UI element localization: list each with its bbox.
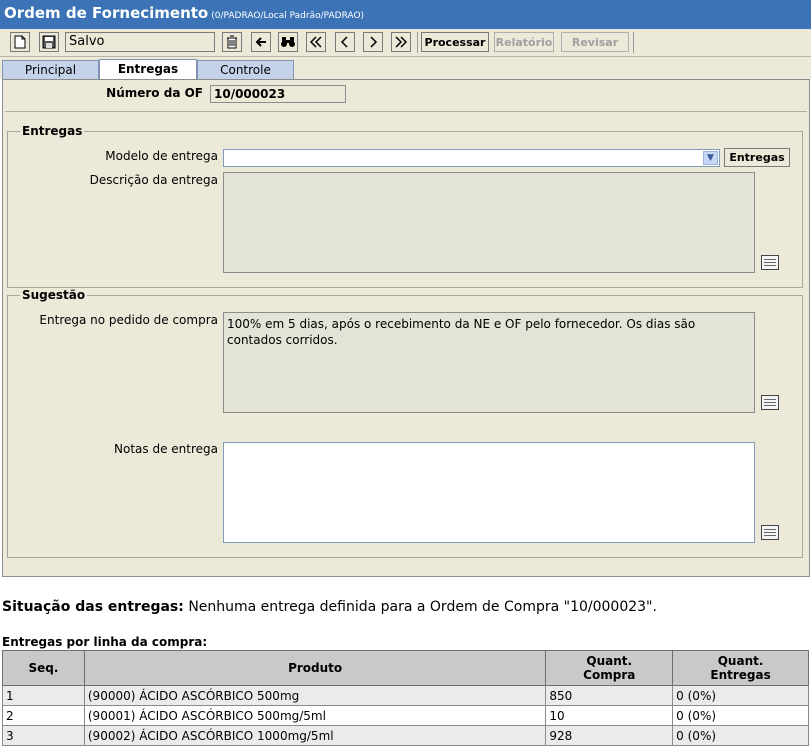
situacao-label: Situação das entregas: — [2, 599, 184, 615]
back-arrow-icon[interactable] — [251, 32, 271, 52]
sugestao-group: Sugestão Entrega no pedido de compra 100… — [7, 288, 803, 558]
entregas-table: Seq. Produto Quant. Compra Quant. Entregas… — [2, 650, 809, 746]
cell-produto: (90000) ÁCIDO ASCÓRBICO 500mg — [83, 685, 547, 706]
processar-button[interactable]: Processar — [421, 32, 489, 52]
first-record-icon[interactable] — [306, 32, 326, 52]
status-field: Salvo — [65, 32, 215, 52]
cell-seq: 3 — [2, 725, 85, 746]
trash-icon[interactable] — [222, 32, 242, 52]
cell-compra: 10 — [545, 705, 674, 726]
window-subtitle: (0/PADRAO/Local Padrão/PADRAO) — [211, 11, 365, 21]
table-row[interactable]: 3 (90002) ÁCIDO ASCÓRBICO 1000mg/5ml 928… — [2, 725, 809, 746]
situacao-entregas: Situação das entregas: Nenhuma entrega d… — [2, 599, 657, 615]
entregas-button[interactable]: Entregas — [724, 148, 790, 167]
cell-seq: 1 — [2, 685, 85, 706]
chevron-down-icon[interactable]: ▼ — [703, 151, 718, 165]
binoculars-icon[interactable] — [278, 32, 298, 52]
last-record-icon[interactable] — [391, 32, 411, 52]
modelo-entrega-label: Modelo de entrega — [105, 149, 218, 163]
cell-entregas: 0 (0%) — [672, 725, 809, 746]
entrega-pedido-label: Entrega no pedido de compra — [39, 313, 218, 327]
relatorio-button[interactable]: Relatório — [494, 32, 554, 52]
revisar-button[interactable]: Revisar — [561, 32, 629, 52]
previous-record-icon[interactable] — [335, 32, 355, 52]
cell-entregas: 0 (0%) — [672, 685, 809, 706]
tab-principal[interactable]: Principal — [2, 60, 99, 79]
cell-produto: (90002) ÁCIDO ASCÓRBICO 1000mg/5ml — [83, 725, 547, 746]
cell-seq: 2 — [2, 705, 85, 726]
tab-entregas[interactable]: Entregas — [99, 59, 197, 79]
entregas-panel: Número da OF 10/000023 Entregas Modelo d… — [2, 79, 810, 577]
window-title: Ordem de Fornecimento (0/PADRAO/Local Pad… — [4, 4, 365, 22]
notas-entrega-field[interactable] — [223, 442, 755, 543]
cell-produto: (90001) ÁCIDO ASCÓRBICO 500mg/5ml — [83, 705, 547, 726]
header-quant-entregas[interactable]: Quant. Entregas — [672, 650, 809, 686]
table-row[interactable]: 1 (90000) ÁCIDO ASCÓRBICO 500mg 850 0 (0… — [2, 685, 809, 706]
toolbar-separator — [417, 32, 418, 53]
sugestao-group-legend: Sugestão — [20, 288, 88, 302]
of-number-field: 10/000023 — [210, 85, 346, 103]
cell-entregas: 0 (0%) — [672, 705, 809, 726]
expand-text-icon[interactable] — [761, 525, 779, 540]
expand-text-icon[interactable] — [761, 395, 779, 410]
cell-compra: 928 — [545, 725, 674, 746]
of-number-label: Número da OF — [106, 86, 203, 100]
modelo-entrega-select[interactable]: ▼ — [223, 149, 720, 167]
toolbar-separator — [633, 32, 634, 53]
notas-entrega-label: Notas de entrega — [114, 442, 218, 456]
header-quant-compra[interactable]: Quant. Compra — [545, 650, 674, 686]
header-seq[interactable]: Seq. — [2, 650, 85, 686]
divider — [5, 111, 807, 112]
window-titlebar: Ordem de Fornecimento (0/PADRAO/Local Pad… — [0, 0, 811, 30]
next-record-icon[interactable] — [363, 32, 383, 52]
descricao-entrega-field[interactable] — [223, 172, 755, 273]
descricao-entrega-label: Descrição da entrega — [89, 173, 218, 187]
save-icon[interactable] — [39, 32, 59, 52]
entrega-pedido-field[interactable]: 100% em 5 dias, após o recebimento da NE… — [223, 312, 755, 413]
situacao-text: Nenhuma entrega definida para a Ordem de… — [188, 599, 657, 615]
expand-text-icon[interactable] — [761, 255, 779, 270]
entregas-group: Entregas Modelo de entrega ▼ Entregas De… — [7, 124, 803, 288]
tab-bar: Principal Entregas Controle — [0, 57, 811, 79]
tab-controle[interactable]: Controle — [197, 60, 294, 79]
header-produto[interactable]: Produto — [83, 650, 547, 686]
linhas-title: Entregas por linha da compra: — [2, 635, 208, 649]
table-row[interactable]: 2 (90001) ÁCIDO ASCÓRBICO 500mg/5ml 10 0… — [2, 705, 809, 726]
entregas-group-legend: Entregas — [20, 124, 85, 138]
table-header-row: Seq. Produto Quant. Compra Quant. Entregas — [2, 650, 809, 686]
new-document-icon[interactable] — [10, 32, 30, 52]
toolbar: Salvo Processar Relatório Revisar — [0, 29, 811, 57]
cell-compra: 850 — [545, 685, 674, 706]
